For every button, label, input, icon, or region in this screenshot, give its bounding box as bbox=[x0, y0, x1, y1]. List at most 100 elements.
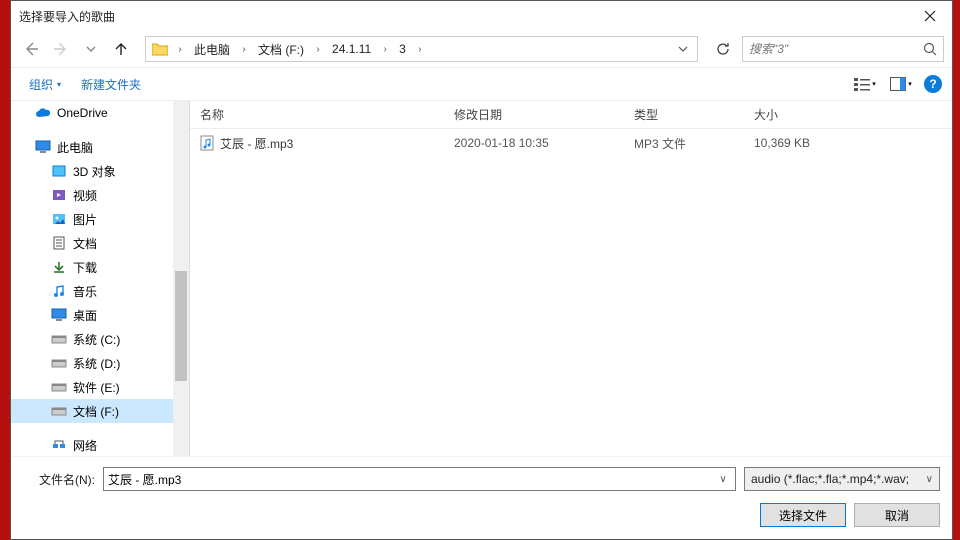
tree-icon bbox=[51, 235, 67, 251]
cancel-button[interactable]: 取消 bbox=[854, 503, 940, 527]
tree-item[interactable]: 图片 bbox=[11, 207, 189, 231]
filename-combo[interactable]: ∨ bbox=[103, 467, 736, 491]
dialog-title: 选择要导入的歌曲 bbox=[19, 8, 115, 25]
chevron-down-icon: ∨ bbox=[926, 474, 933, 485]
preview-pane-button[interactable]: ▾ bbox=[888, 73, 914, 95]
file-type: MP3 文件 bbox=[624, 135, 744, 152]
tree-icon bbox=[51, 307, 67, 323]
tree-item[interactable]: 下载 bbox=[11, 255, 189, 279]
file-list[interactable]: 艾辰 - 愿.mp32020-01-18 10:35MP3 文件10,369 K… bbox=[190, 129, 952, 456]
preview-pane-icon bbox=[890, 77, 906, 91]
new-folder-button[interactable]: 新建文件夹 bbox=[73, 71, 149, 97]
close-button[interactable] bbox=[908, 1, 952, 31]
breadcrumb-chevron[interactable]: › bbox=[377, 37, 393, 61]
organize-label: 组织 bbox=[29, 76, 53, 93]
tree-label: 音乐 bbox=[73, 283, 189, 300]
chevron-down-icon: ▾ bbox=[872, 80, 876, 88]
col-size[interactable]: 大小 bbox=[744, 106, 864, 123]
breadcrumb-chevron[interactable]: › bbox=[310, 37, 326, 61]
tree-label: 桌面 bbox=[73, 307, 189, 324]
tree-item[interactable]: 3D 对象 bbox=[11, 159, 189, 183]
filename-input[interactable] bbox=[108, 472, 715, 486]
tree-icon bbox=[51, 403, 67, 419]
tree-icon bbox=[51, 163, 67, 179]
col-name[interactable]: 名称 bbox=[190, 106, 444, 123]
column-headers: 名称 修改日期 类型 大小 bbox=[190, 101, 952, 129]
tree-scrollbar[interactable] bbox=[173, 101, 189, 456]
search-box[interactable] bbox=[742, 36, 944, 62]
view-options-button[interactable]: ▾ bbox=[852, 73, 878, 95]
command-bar: 组织 ▾ 新建文件夹 ▾ ▾ ? bbox=[11, 67, 952, 101]
tree-icon bbox=[51, 211, 67, 227]
scrollbar-thumb[interactable] bbox=[175, 271, 187, 381]
tree-item[interactable]: 文档 bbox=[11, 231, 189, 255]
file-type-filter[interactable]: audio (*.flac;*.fla;*.mp4;*.wav; ∨ bbox=[744, 467, 940, 491]
tree-icon bbox=[51, 187, 67, 203]
help-button[interactable]: ? bbox=[924, 75, 942, 93]
tree-item[interactable]: 系统 (D:) bbox=[11, 351, 189, 375]
arrow-right-icon bbox=[53, 41, 69, 57]
monitor-icon bbox=[35, 139, 51, 155]
col-type[interactable]: 类型 bbox=[624, 106, 744, 123]
breadcrumb-chevron[interactable]: › bbox=[412, 37, 428, 61]
breadcrumb-chevron[interactable]: › bbox=[236, 37, 252, 61]
tree-label: 系统 (C:) bbox=[73, 331, 189, 348]
tree-label: 文档 (F:) bbox=[73, 403, 189, 420]
tree-label: 3D 对象 bbox=[73, 163, 189, 180]
tree-icon bbox=[51, 283, 67, 299]
tree-icon bbox=[51, 259, 67, 275]
tree-label: 文档 bbox=[73, 235, 189, 252]
tree-item[interactable]: 系统 (C:) bbox=[11, 327, 189, 351]
tree-label: OneDrive bbox=[57, 106, 189, 120]
footer: 文件名(N): ∨ audio (*.flac;*.fla;*.mp4;*.wa… bbox=[11, 456, 952, 539]
tree-item[interactable]: 网络 bbox=[11, 433, 189, 456]
tree-label: 软件 (E:) bbox=[73, 379, 189, 396]
tree-item[interactable]: 软件 (E:) bbox=[11, 375, 189, 399]
breadcrumb-seg-2[interactable]: 24.1.11 bbox=[326, 37, 377, 61]
cloud-icon bbox=[35, 105, 51, 121]
refresh-icon bbox=[716, 42, 730, 56]
breadcrumb-seg-3[interactable]: 3 bbox=[393, 37, 412, 61]
new-folder-label: 新建文件夹 bbox=[81, 76, 141, 93]
nav-row: › 此电脑 › 文档 (F:) › 24.1.11 › 3 › bbox=[11, 31, 952, 67]
breadcrumb-seg-1[interactable]: 文档 (F:) bbox=[252, 37, 310, 61]
organize-menu[interactable]: 组织 ▾ bbox=[21, 71, 69, 97]
chevron-down-icon: ▾ bbox=[908, 80, 912, 88]
music-file-icon bbox=[200, 135, 214, 151]
tree-item[interactable]: 视频 bbox=[11, 183, 189, 207]
view-icon bbox=[854, 77, 870, 91]
tree-label: 图片 bbox=[73, 211, 189, 228]
tree-item[interactable]: 音乐 bbox=[11, 279, 189, 303]
breadcrumb-dropdown[interactable] bbox=[673, 37, 693, 61]
chevron-down-icon[interactable]: ∨ bbox=[715, 474, 731, 485]
main-area: OneDrive 此电脑 3D 对象视频图片文档下载音乐桌面系统 (C:) 系统 … bbox=[11, 101, 952, 456]
open-button[interactable]: 选择文件 bbox=[760, 503, 846, 527]
up-button[interactable] bbox=[109, 37, 133, 61]
tree-item[interactable]: 文档 (F:) bbox=[11, 399, 189, 423]
file-size: 10,369 KB bbox=[744, 136, 864, 150]
tree-icon bbox=[51, 437, 67, 453]
chevron-down-icon bbox=[86, 44, 96, 54]
nav-tree-pane: OneDrive 此电脑 3D 对象视频图片文档下载音乐桌面系统 (C:) 系统 … bbox=[11, 101, 189, 456]
filter-label: audio (*.flac;*.fla;*.mp4;*.wav; bbox=[751, 472, 922, 486]
file-row[interactable]: 艾辰 - 愿.mp32020-01-18 10:35MP3 文件10,369 K… bbox=[190, 129, 952, 157]
back-button[interactable] bbox=[19, 37, 43, 61]
tree-label: 此电脑 bbox=[57, 139, 189, 156]
tree-icon bbox=[51, 355, 67, 371]
recent-locations-button[interactable] bbox=[79, 37, 103, 61]
chevron-down-icon: ▾ bbox=[57, 80, 61, 89]
tree-item[interactable]: 桌面 bbox=[11, 303, 189, 327]
col-date[interactable]: 修改日期 bbox=[444, 106, 624, 123]
search-input[interactable] bbox=[749, 42, 917, 56]
refresh-button[interactable] bbox=[710, 36, 736, 62]
close-icon bbox=[924, 10, 936, 22]
search-icon[interactable] bbox=[923, 42, 937, 56]
tree-item-onedrive[interactable]: OneDrive bbox=[11, 101, 189, 125]
tree-label: 网络 bbox=[73, 437, 189, 454]
breadcrumb-seg-0[interactable]: 此电脑 bbox=[188, 37, 236, 61]
breadcrumb[interactable]: › 此电脑 › 文档 (F:) › 24.1.11 › 3 › bbox=[145, 36, 698, 62]
chevron-down-icon bbox=[678, 44, 688, 54]
tree-item-thispc[interactable]: 此电脑 bbox=[11, 135, 189, 159]
breadcrumb-chevron[interactable]: › bbox=[172, 37, 188, 61]
titlebar: 选择要导入的歌曲 bbox=[11, 1, 952, 31]
